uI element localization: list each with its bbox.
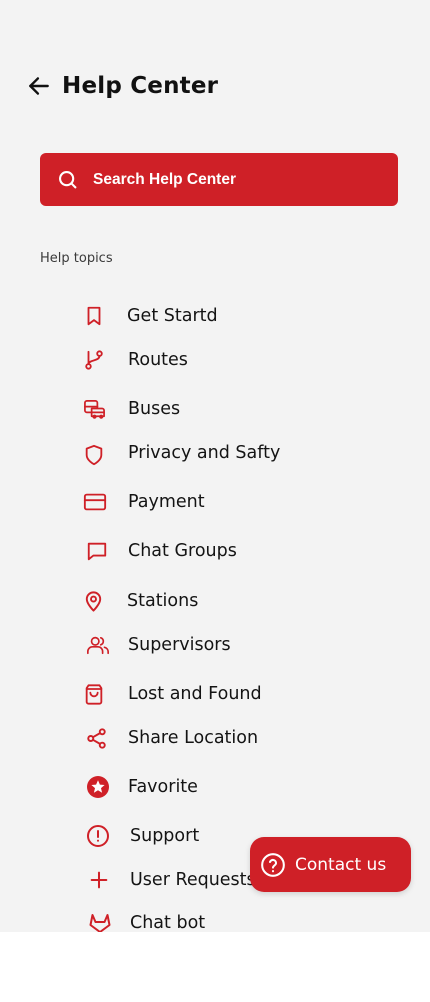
shopping-bag-icon (82, 682, 106, 706)
bookmark-icon (82, 304, 106, 328)
topic-label: Payment (128, 492, 205, 512)
topic-routes[interactable]: Routes (82, 345, 382, 375)
search-placeholder: Search Help Center (93, 170, 236, 188)
contact-us-button[interactable]: Contact us (250, 837, 411, 892)
topic-label: Buses (128, 399, 181, 419)
topic-label: Lost and Found (128, 684, 262, 704)
map-pin-icon (81, 589, 105, 613)
topic-favorite[interactable]: Favorite (85, 772, 385, 802)
header: Help Center (26, 70, 218, 102)
topic-chat-bot[interactable]: Chat bot (87, 908, 387, 932)
alert-circle-icon (86, 824, 110, 848)
topic-label: Routes (128, 350, 188, 370)
topic-label: Support (130, 826, 200, 846)
contact-us-label: Contact us (295, 854, 387, 875)
star-circle-icon (86, 775, 110, 799)
topic-label: Favorite (128, 777, 198, 797)
search-bar[interactable]: Search Help Center (40, 153, 398, 206)
topic-label: Share Location (128, 728, 259, 748)
users-icon (86, 633, 110, 657)
share-icon (84, 726, 108, 750)
topic-buses[interactable]: Buses (82, 394, 382, 424)
topic-label: Stations (127, 591, 199, 611)
topic-label: User Requests (130, 870, 256, 890)
topic-label: Chat bot (130, 913, 206, 932)
topic-privacy-and-safety[interactable]: Privacy and Safty (82, 438, 382, 468)
bus-icon (82, 397, 106, 421)
topic-label: Supervisors (128, 635, 231, 655)
topic-chat-groups[interactable]: Chat Groups (82, 536, 382, 566)
topic-get-started[interactable]: Get Startd (82, 301, 382, 331)
chat-icon (85, 539, 109, 563)
topic-stations[interactable]: Stations (80, 586, 380, 616)
topic-label: Privacy and Safty (128, 443, 281, 463)
credit-card-icon (83, 490, 107, 514)
search-icon (56, 169, 78, 191)
back-button[interactable] (26, 73, 52, 99)
topic-share-location[interactable]: Share Location (84, 723, 384, 753)
topic-lost-and-found[interactable]: Lost and Found (82, 679, 382, 709)
help-topics-label: Help topics (40, 251, 113, 266)
topic-label: Get Startd (127, 306, 218, 326)
shield-icon (82, 443, 106, 467)
page-title: Help Center (62, 73, 219, 99)
plus-icon (87, 868, 111, 892)
route-icon (82, 348, 106, 372)
help-center-screen: Help Center Search Help Center Help topi… (0, 0, 430, 932)
arrow-left-icon (29, 77, 49, 95)
topic-supervisors[interactable]: Supervisors (84, 630, 384, 660)
gitlab-icon (88, 911, 112, 932)
topic-payment[interactable]: Payment (82, 487, 382, 517)
topic-label: Chat Groups (128, 541, 237, 561)
help-circle-icon (260, 852, 286, 878)
